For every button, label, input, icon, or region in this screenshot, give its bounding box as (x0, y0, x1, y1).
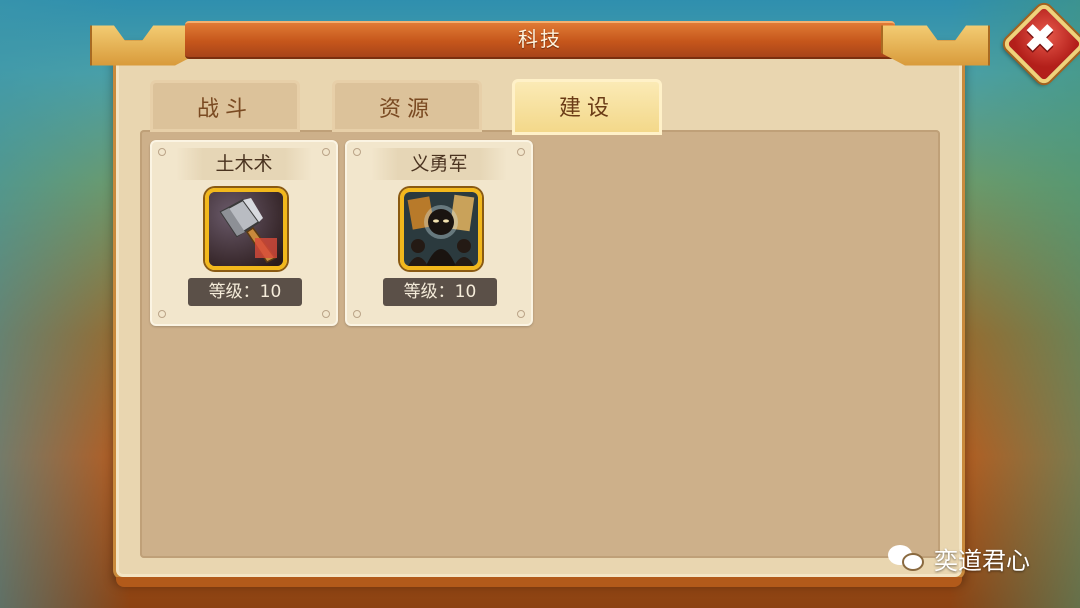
dialog-title: 科技 (518, 27, 562, 51)
militia-icon (400, 188, 482, 270)
card-title: 义勇军 (371, 148, 507, 180)
corner-ornament (353, 148, 361, 156)
card-title: 土木术 (176, 148, 312, 180)
tab-label: 建设 (558, 96, 615, 121)
tab-construction[interactable]: 建设 (512, 79, 662, 135)
corner-ornament (517, 148, 525, 156)
tab-battle[interactable]: 战斗 (150, 80, 300, 132)
corner-ornament (158, 310, 166, 318)
tech-card-civil-engineering[interactable]: 土木术 等级：10 (150, 140, 338, 326)
wechat-icon (888, 543, 926, 573)
watermark-text: 奕道君心 (934, 546, 1030, 575)
close-icon: ✖ (1023, 16, 1057, 62)
background-right (950, 0, 1080, 608)
background-left (0, 0, 130, 608)
tech-card-militia[interactable]: 义勇军 等级：10 (345, 140, 533, 326)
close-button[interactable]: ✖ (1001, 1, 1080, 87)
hammer-icon (205, 188, 287, 270)
corner-ornament (517, 310, 525, 318)
title-banner: 科技 (90, 18, 990, 58)
corner-ornament (158, 148, 166, 156)
corner-ornament (322, 310, 330, 318)
tab-label: 资源 (378, 97, 435, 122)
corner-ornament (353, 310, 361, 318)
corner-ornament (322, 148, 330, 156)
tab-label: 战斗 (196, 97, 253, 122)
watermark: 奕道君心 (888, 540, 1030, 576)
level-badge: 等级：10 (383, 278, 497, 306)
tab-resources[interactable]: 资源 (332, 80, 482, 132)
level-badge: 等级：10 (188, 278, 302, 306)
